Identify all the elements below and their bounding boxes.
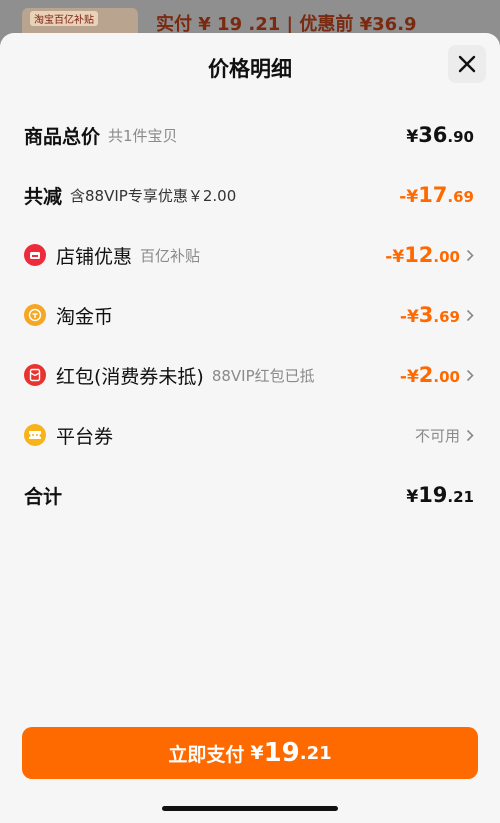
shop-discount-label: 店铺优惠 xyxy=(56,245,133,268)
chevron-right-icon xyxy=(466,249,474,261)
price-detail-sheet: 价格明细 商品总价 共1件宝贝 ¥36.90 共减 含88VIP专享优惠￥2.0… xyxy=(0,33,500,823)
goods-total-label: 商品总价 xyxy=(24,125,101,148)
row-red-packet[interactable]: 红包(消费券未抵) 88VIP红包已抵 -¥2.00 xyxy=(24,360,474,390)
pay-amount-int: 19 xyxy=(263,738,300,768)
coupon-icon xyxy=(24,424,46,446)
sum-amount: ¥19.21 xyxy=(406,483,474,507)
close-icon xyxy=(458,55,476,73)
pay-now-button[interactable]: 立即支付 ¥ 19 .21 xyxy=(22,727,478,779)
row-sum: 合计 ¥19.21 xyxy=(24,480,474,510)
tao-coin-label: 淘金币 xyxy=(56,305,114,328)
row-tao-coin[interactable]: 淘金币 -¥3.69 xyxy=(24,300,474,330)
shop-icon xyxy=(24,244,46,266)
thumbnail-tag: 淘宝百亿补贴 xyxy=(30,11,98,26)
chevron-right-icon xyxy=(466,309,474,321)
row-goods-total: 商品总价 共1件宝贝 ¥36.90 xyxy=(24,120,474,150)
platform-coupon-label: 平台券 xyxy=(56,425,114,448)
coin-icon xyxy=(24,304,46,326)
row-shop-discount[interactable]: 店铺优惠 百亿补贴 -¥12.00 xyxy=(24,240,474,270)
red-packet-icon xyxy=(24,364,46,386)
tao-coin-amount: -¥3.69 xyxy=(399,303,460,327)
shop-discount-note: 百亿补贴 xyxy=(140,246,201,265)
reduction-amount: -¥17.69 xyxy=(399,183,474,207)
goods-count: 共1件宝贝 xyxy=(108,126,178,145)
pay-amount-dec: .21 xyxy=(299,742,332,764)
chevron-right-icon xyxy=(466,429,474,441)
row-total-reduction: 共减 含88VIP专享优惠￥2.00 -¥17.69 xyxy=(24,180,474,210)
reduction-note: 含88VIP专享优惠￥2.00 xyxy=(70,186,237,205)
red-packet-note: 88VIP红包已抵 xyxy=(211,366,315,385)
reduction-label: 共减 xyxy=(24,185,63,208)
goods-total-amount: ¥36.90 xyxy=(406,123,474,147)
sum-label: 合计 xyxy=(24,485,63,508)
red-packet-amount: -¥2.00 xyxy=(399,363,460,387)
platform-coupon-status: 不可用 xyxy=(414,426,460,445)
sheet-title: 价格明细 xyxy=(208,57,292,81)
chevron-right-icon xyxy=(466,369,474,381)
shop-discount-amount: -¥12.00 xyxy=(385,243,460,267)
pay-now-label: 立即支付 xyxy=(168,743,245,766)
pay-currency: ¥ xyxy=(250,742,264,764)
home-indicator[interactable] xyxy=(162,806,338,811)
red-packet-label: 红包(消费券未抵) xyxy=(56,365,204,388)
row-platform-coupon[interactable]: 平台券 不可用 xyxy=(24,420,474,450)
close-button[interactable] xyxy=(448,45,486,83)
